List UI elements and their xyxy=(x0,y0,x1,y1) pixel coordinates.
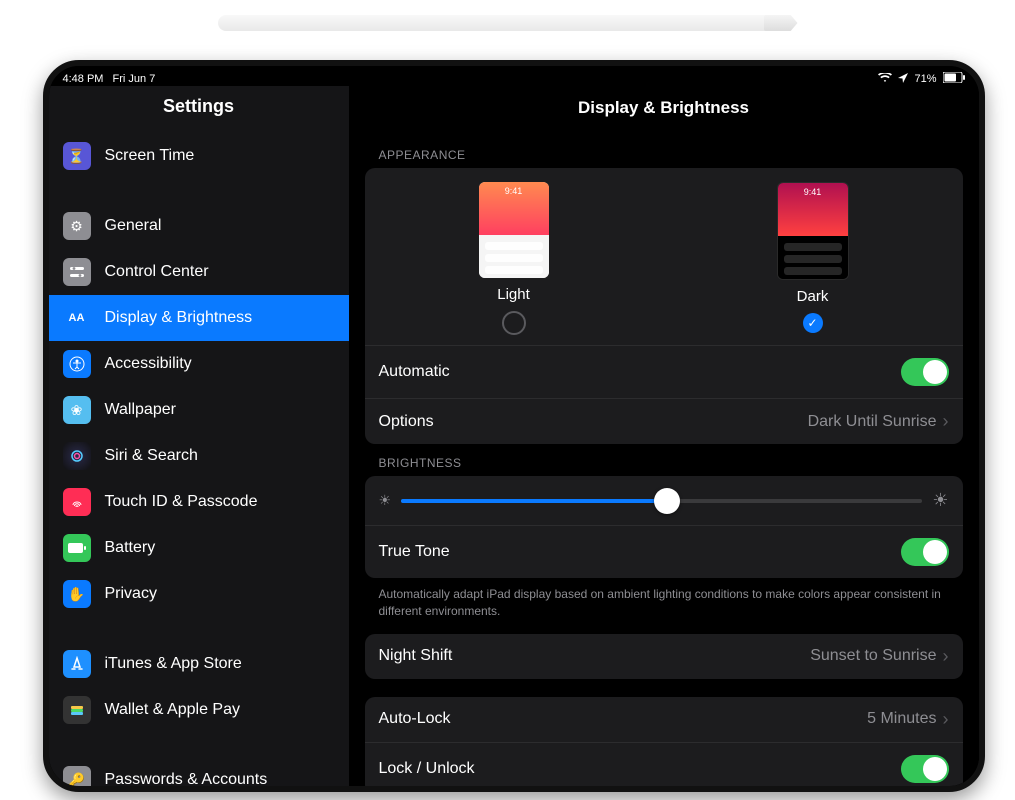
nightshift-label: Night Shift xyxy=(379,647,453,665)
sidebar-item-control-center[interactable]: Control Center xyxy=(49,249,349,295)
sidebar-item-label: Display & Brightness xyxy=(105,309,253,327)
status-bar: 4:48 PM Fri Jun 7 71% xyxy=(49,66,979,86)
autolock-label: Auto-Lock xyxy=(379,710,451,728)
brightness-header: BRIGHTNESS xyxy=(365,444,963,476)
appstore-icon xyxy=(63,650,91,678)
sidebar-item-label: Wallet & Apple Pay xyxy=(105,701,240,719)
chevron-right-icon: › xyxy=(943,646,949,667)
sidebar-item-general[interactable]: ⚙ General xyxy=(49,203,349,249)
sidebar-title: Settings xyxy=(49,86,349,133)
truetone-footer: Automatically adapt iPad display based o… xyxy=(365,578,963,634)
lockunlock-label: Lock / Unlock xyxy=(379,760,475,778)
radio-light[interactable] xyxy=(502,311,526,335)
appearance-header: APPEARANCE xyxy=(365,136,963,168)
battery-icon xyxy=(63,534,91,562)
key-icon: 🔑 xyxy=(63,766,91,786)
sidebar-item-battery[interactable]: Battery xyxy=(49,525,349,571)
detail-pane: Display & Brightness APPEARANCE 9:41 xyxy=(349,86,979,786)
battery-icon xyxy=(943,72,965,86)
hand-icon: ✋ xyxy=(63,580,91,608)
radio-dark[interactable] xyxy=(803,313,823,333)
row-nightshift[interactable]: Night Shift Sunset to Sunrise › xyxy=(365,634,963,679)
appearance-option-dark[interactable]: 9:41 Dark xyxy=(777,182,849,335)
appearance-preview-dark: 9:41 xyxy=(777,182,849,280)
nightshift-value: Sunset to Sunrise xyxy=(810,647,936,665)
toggle-automatic[interactable] xyxy=(901,358,949,386)
sidebar-item-label: Accessibility xyxy=(105,355,192,373)
ipad-frame: 4:48 PM Fri Jun 7 71% xyxy=(43,60,985,792)
sidebar-item-label: Control Center xyxy=(105,263,209,281)
appearance-option-light[interactable]: 9:41 Light xyxy=(479,182,549,335)
row-automatic: Automatic xyxy=(365,345,963,398)
sun-high-icon: ☀︎ xyxy=(932,490,948,511)
options-value: Dark Until Sunrise xyxy=(808,413,937,431)
brightness-slider-row: ☀︎ ☀︎ xyxy=(365,476,963,525)
sidebar-item-label: Siri & Search xyxy=(105,447,198,465)
settings-sidebar: Settings ⏳ Screen Time ⚙ General xyxy=(49,86,349,786)
text-size-icon: AA xyxy=(63,304,91,332)
toggle-truetone[interactable] xyxy=(901,538,949,566)
row-truetone: True Tone xyxy=(365,525,963,578)
hourglass-icon: ⏳ xyxy=(63,142,91,170)
appearance-preview-light: 9:41 xyxy=(479,182,549,278)
sidebar-item-wallpaper[interactable]: ❀ Wallpaper xyxy=(49,387,349,433)
sidebar-item-wallet[interactable]: Wallet & Apple Pay xyxy=(49,687,349,733)
toggle-lockunlock[interactable] xyxy=(901,755,949,783)
options-label: Options xyxy=(379,413,434,431)
autolock-value: 5 Minutes xyxy=(867,710,936,728)
accessibility-icon xyxy=(63,350,91,378)
row-options[interactable]: Options Dark Until Sunrise › xyxy=(365,398,963,444)
status-date: Fri Jun 7 xyxy=(113,73,156,85)
sidebar-item-privacy[interactable]: ✋ Privacy xyxy=(49,571,349,617)
sidebar-item-itunes[interactable]: iTunes & App Store xyxy=(49,641,349,687)
automatic-label: Automatic xyxy=(379,363,450,381)
sidebar-item-passwords[interactable]: 🔑 Passwords & Accounts xyxy=(49,757,349,786)
sidebar-item-label: General xyxy=(105,217,162,235)
sidebar-item-siri[interactable]: Siri & Search xyxy=(49,433,349,479)
sidebar-item-label: Wallpaper xyxy=(105,401,176,419)
switches-icon xyxy=(63,258,91,286)
sidebar-item-label: Battery xyxy=(105,539,156,557)
sun-low-icon: ☀︎ xyxy=(379,492,392,509)
chevron-right-icon: › xyxy=(943,709,949,730)
sidebar-item-label: Privacy xyxy=(105,585,157,603)
appearance-label-dark: Dark xyxy=(797,288,829,305)
wifi-icon xyxy=(878,73,892,86)
battery-pct: 71% xyxy=(914,73,936,85)
detail-title: Display & Brightness xyxy=(349,86,979,136)
gear-icon: ⚙ xyxy=(63,212,91,240)
status-time: 4:48 PM xyxy=(63,73,104,85)
chevron-right-icon: › xyxy=(943,411,949,432)
sidebar-item-touchid[interactable]: Touch ID & Passcode xyxy=(49,479,349,525)
row-lockunlock: Lock / Unlock xyxy=(365,742,963,786)
sidebar-item-label: Passwords & Accounts xyxy=(105,771,268,786)
truetone-label: True Tone xyxy=(379,543,450,561)
row-autolock[interactable]: Auto-Lock 5 Minutes › xyxy=(365,697,963,742)
sidebar-item-label: Touch ID & Passcode xyxy=(105,493,258,511)
brightness-slider[interactable] xyxy=(401,499,922,503)
fingerprint-icon xyxy=(63,488,91,516)
sidebar-item-accessibility[interactable]: Accessibility xyxy=(49,341,349,387)
siri-icon xyxy=(63,442,91,470)
sidebar-item-display-brightness[interactable]: AA Display & Brightness xyxy=(49,295,349,341)
appearance-label-light: Light xyxy=(497,286,530,303)
sidebar-item-label: iTunes & App Store xyxy=(105,655,242,673)
sidebar-item-label: Screen Time xyxy=(105,147,195,165)
location-icon xyxy=(898,73,908,86)
apple-pencil xyxy=(218,12,798,34)
wallet-icon xyxy=(63,696,91,724)
flower-icon: ❀ xyxy=(63,396,91,424)
sidebar-item-screen-time[interactable]: ⏳ Screen Time xyxy=(49,133,349,179)
